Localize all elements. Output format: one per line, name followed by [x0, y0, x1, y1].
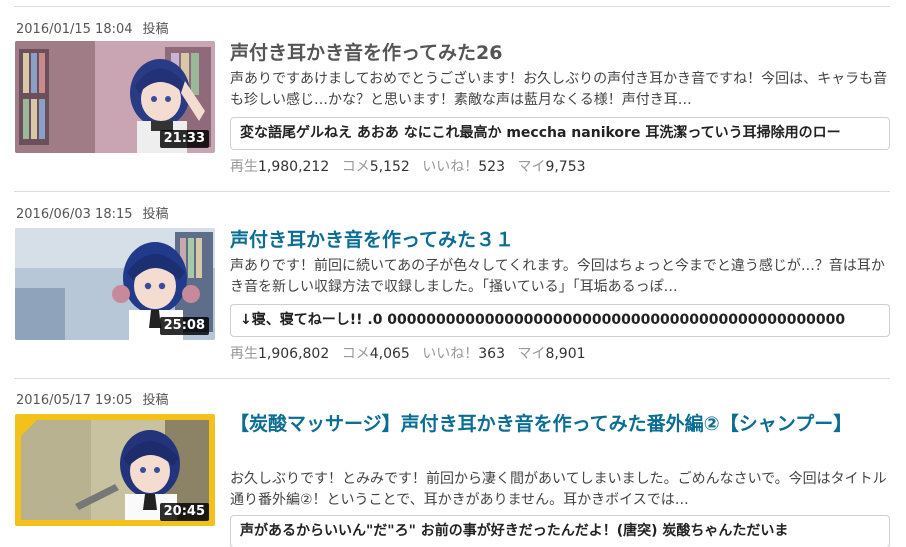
video-title[interactable]: 声付き耳かき音を作ってみた26 — [230, 41, 890, 65]
video-item: 2016/05/17 19:05 投稿 20:45 【炭酸マッサージ】声付き耳かき… — [0, 393, 906, 547]
video-duration: 25:08 — [159, 317, 209, 335]
separator — [14, 6, 890, 7]
views-label: 再生 — [230, 159, 258, 175]
posted-label: 投稿 — [142, 393, 169, 408]
mylist-count: 9,753 — [545, 159, 586, 175]
video-thumbnail[interactable]: 25:08 — [15, 228, 215, 340]
latest-comment[interactable]: ↓寝、寝てねーし!! .0 00000000000000000000000000… — [230, 304, 890, 337]
video-description: 声ありですあけましておめでとうございます！お久しぶりの声付き耳かき音ですね！今回… — [230, 71, 888, 108]
views-label: 再生 — [230, 346, 258, 362]
posted-label: 投稿 — [142, 207, 169, 222]
video-item: 2016/06/03 18:15 投稿 25:08 声付き耳かき音を作ってみた３１… — [0, 207, 906, 387]
posted-label: 投稿 — [142, 22, 169, 37]
post-meta: 2016/01/15 18:04 投稿 — [16, 22, 169, 38]
video-feed: 2016/01/15 18:04 投稿 21:33 声付き耳かき音を作ってみた2… — [0, 0, 906, 547]
post-meta: 2016/05/17 19:05 投稿 — [16, 393, 169, 409]
mylist-label: マイ — [517, 346, 546, 362]
mylist-count: 8,901 — [545, 346, 586, 362]
like-count: 363 — [478, 346, 505, 362]
separator — [14, 378, 890, 379]
likes-label: いいね！ — [422, 346, 479, 362]
comment-count: 4,065 — [369, 346, 410, 362]
post-date: 2016/05/17 19:05 — [16, 393, 133, 408]
comments-label: コメ — [341, 346, 370, 362]
post-date: 2016/06/03 18:15 — [16, 207, 133, 222]
video-title[interactable]: 【炭酸マッサージ】声付き耳かき音を作ってみた番外編②【シャンプー】 — [230, 412, 890, 436]
comments-label: コメ — [341, 159, 370, 175]
video-stats: 再生1,906,802 コメ4,065 いいね！363 マイ8,901 — [230, 345, 594, 363]
video-title[interactable]: 声付き耳かき音を作ってみた３１ — [230, 228, 890, 252]
like-count: 523 — [478, 159, 505, 175]
mylist-label: マイ — [517, 159, 546, 175]
likes-label: いいね！ — [422, 159, 479, 175]
post-date: 2016/01/15 18:04 — [16, 22, 133, 37]
video-description: お久しぶりです！とみみです！前回から凄く間があいてしまいました。ごめんなさいで。… — [230, 471, 887, 508]
video-thumbnail[interactable]: 20:45 — [15, 414, 215, 526]
video-duration: 21:33 — [159, 130, 209, 148]
video-thumbnail[interactable]: 21:33 — [15, 41, 215, 153]
latest-comment[interactable]: 変な語尾ゲルねえ あおあ なにこれ最高か meccha nanikore 耳洗潔… — [230, 117, 890, 150]
video-stats: 再生1,980,212 コメ5,152 いいね！523 マイ9,753 — [230, 158, 594, 176]
comment-count: 5,152 — [369, 159, 410, 175]
video-item: 2016/01/15 18:04 投稿 21:33 声付き耳かき音を作ってみた2… — [0, 20, 906, 200]
video-duration: 20:45 — [159, 503, 209, 521]
video-description: 声ありです！前回に続いてあの子が色々してくれます。今回はちょっと今までと違う感じ… — [230, 258, 885, 295]
latest-comment[interactable]: 声があるからいいん"だ"ろ" お前の事が好きだったんだよ！(唐突) 炭酸ちゃんた… — [230, 515, 890, 547]
post-meta: 2016/06/03 18:15 投稿 — [16, 207, 169, 223]
view-count: 1,906,802 — [258, 346, 330, 362]
separator — [14, 191, 890, 192]
view-count: 1,980,212 — [258, 159, 330, 175]
